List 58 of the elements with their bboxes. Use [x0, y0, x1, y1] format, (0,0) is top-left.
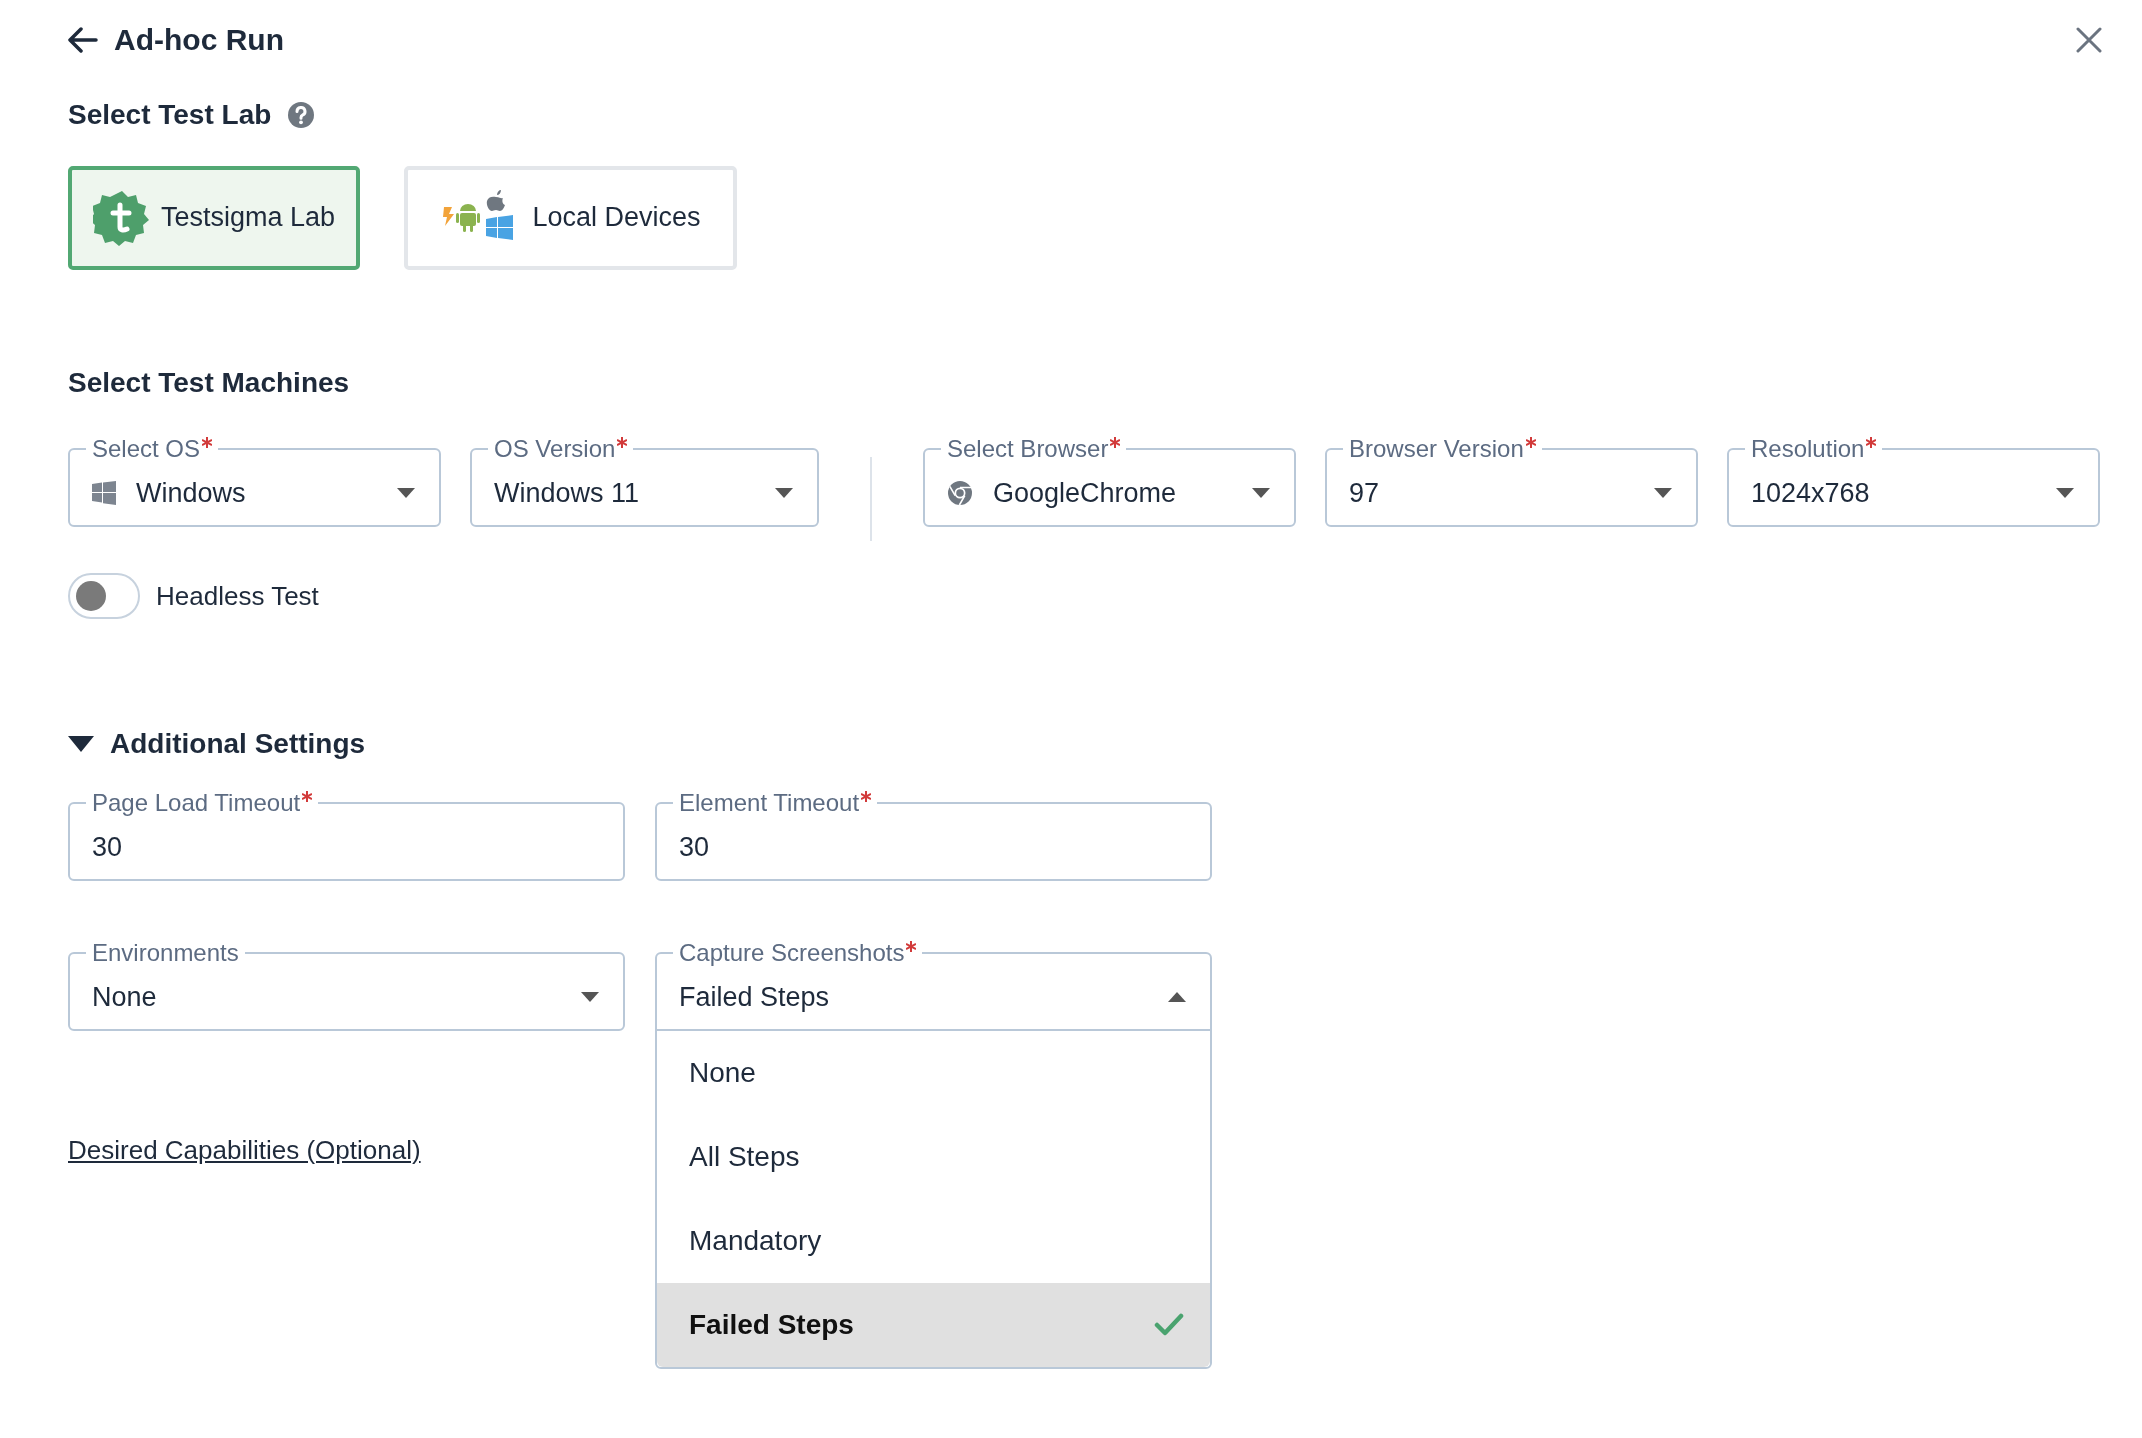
option-label: Failed Steps	[689, 1307, 854, 1342]
field-label: Browser Version	[1349, 437, 1524, 462]
field-value: Windows	[136, 476, 247, 510]
help-icon[interactable]	[287, 100, 316, 129]
field-label: Capture Screenshots	[679, 942, 905, 965]
desired-capabilities-link[interactable]: Desired Capabilities (Optional)	[68, 1130, 421, 1170]
field-value: Windows 11	[494, 476, 641, 510]
caret-icon	[1252, 488, 1270, 499]
dropdown-option[interactable]: None	[657, 1030, 1210, 1115]
dropdown-field[interactable]: Select Browser GoogleChrome	[923, 437, 1296, 528]
caret-icon	[397, 488, 415, 499]
option-label: None	[689, 1055, 756, 1090]
dropdown-option[interactable]: Mandatory	[657, 1198, 1210, 1283]
caret-icon	[1654, 488, 1672, 499]
field-label: Element Timeout	[679, 790, 860, 815]
dropdown-field[interactable]: OS Version Windows 11	[470, 437, 819, 528]
section-heading: Additional Settings	[110, 727, 366, 761]
input-field[interactable]: Page Load Timeout 30	[68, 790, 625, 881]
caret-icon	[775, 488, 793, 499]
option-label: Mandatory	[689, 1223, 822, 1258]
test-lab-option[interactable]: Testsigma Lab	[68, 165, 360, 270]
field-value: 97	[1349, 476, 1381, 510]
dropdown-option[interactable]: Failed Steps	[657, 1282, 1210, 1367]
gear-logo-icon	[92, 188, 151, 247]
field-value: GoogleChrome	[993, 476, 1178, 510]
toggle-switch[interactable]	[68, 573, 140, 620]
field-value: 1024x768	[1751, 476, 1871, 510]
section-heading: Select Test Lab	[68, 98, 272, 132]
section-heading: Select Test Machines	[68, 365, 351, 400]
close-icon[interactable]	[2076, 27, 2102, 53]
dropdown-option[interactable]: All Steps	[657, 1114, 1210, 1199]
check-icon	[1154, 1312, 1184, 1337]
field-label: OS Version	[494, 437, 616, 462]
input-field[interactable]: Element Timeout 30	[655, 790, 1212, 881]
field-value: 30	[92, 830, 124, 864]
test-lab-option[interactable]: Local Devices	[404, 165, 737, 270]
page-title: Ad-hoc Run	[114, 22, 284, 58]
field-label: Resolution	[1751, 437, 1865, 462]
chrome-icon	[947, 480, 973, 507]
caret-icon	[581, 991, 599, 1002]
toggle-label: Headless Test	[156, 579, 319, 613]
dropdown-field[interactable]: Capture Screenshots Failed Steps None All Steps Mandatory Failed Steps	[655, 940, 1212, 1369]
field-label: Page Load Timeout	[92, 790, 301, 815]
dropdown-field[interactable]: Browser Version 97	[1325, 437, 1698, 528]
collapse-triangle-icon[interactable]	[68, 736, 94, 752]
field-value: 30	[679, 830, 711, 864]
field-label: Select Browser	[947, 437, 1109, 462]
back-arrow-icon[interactable]	[68, 27, 98, 53]
field-value: None	[92, 980, 158, 1014]
field-value: Failed Steps	[679, 980, 831, 1014]
windows-icon	[92, 481, 116, 506]
field-label: Environments	[92, 940, 239, 965]
caret-icon	[1168, 991, 1186, 1002]
dropdown-field[interactable]: Select OS Windows	[68, 437, 441, 528]
dropdown-field[interactable]: Resolution 1024x768	[1727, 437, 2100, 528]
field-label: Select OS	[92, 437, 201, 462]
option-label: All Steps	[689, 1139, 800, 1174]
caret-icon	[2056, 488, 2074, 499]
